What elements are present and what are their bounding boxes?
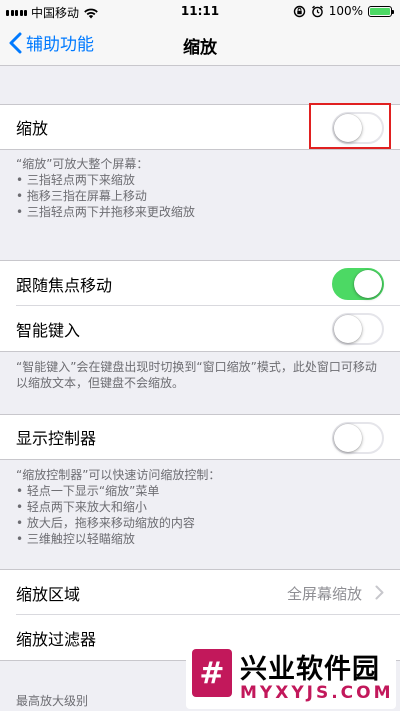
zoom-region-value: 全屏幕缩放 bbox=[286, 585, 362, 603]
toggle-knob bbox=[334, 424, 362, 452]
zoom-region-row[interactable]: 缩放区域 全屏幕缩放 bbox=[0, 569, 400, 615]
status-right: 100% bbox=[293, 4, 394, 18]
follow-focus-toggle[interactable] bbox=[332, 268, 384, 300]
smart-typing-row: 智能键入 bbox=[0, 306, 400, 352]
smart-typing-label: 智能键入 bbox=[16, 320, 81, 340]
page-title: 缩放 bbox=[183, 38, 217, 58]
rotation-lock-icon bbox=[293, 5, 305, 17]
navigation-bar: 辅助功能 缩放 bbox=[0, 22, 400, 66]
smart-typing-footer: “智能键入”会在键盘出现时切换到“窗口缩放”模式，此处窗口可移动以缩放文本，但键… bbox=[16, 360, 377, 390]
zoom-label: 缩放 bbox=[16, 119, 49, 138]
watermark: # 兴业软件园 MYXYJS.COM bbox=[186, 643, 396, 709]
watermark-url: MYXYJS.COM bbox=[240, 683, 394, 703]
toggle-knob bbox=[354, 270, 382, 298]
show-controller-label: 显示控制器 bbox=[16, 429, 97, 448]
smart-typing-toggle[interactable] bbox=[332, 313, 384, 345]
toggle-knob bbox=[334, 315, 362, 343]
watermark-title: 兴业软件园 bbox=[240, 654, 380, 685]
follow-focus-label: 跟随焦点移动 bbox=[16, 275, 113, 295]
battery-percent: 100% bbox=[328, 4, 363, 18]
watermark-logo: # bbox=[192, 649, 232, 697]
follow-focus-row: 跟随焦点移动 bbox=[0, 260, 400, 306]
status-bar: 中国移动 11:11 100% bbox=[0, 0, 400, 22]
show-controller-row: 显示控制器 bbox=[0, 414, 400, 460]
highlight-box bbox=[309, 103, 391, 149]
show-controller-toggle[interactable] bbox=[332, 422, 384, 454]
battery-icon bbox=[368, 5, 394, 17]
zoom-region-label: 缩放区域 bbox=[16, 584, 81, 604]
zoom-footer: “缩放”可放大整个屏幕： • 三指轻点两下来缩放 • 拖移三指在屏幕上移动 • … bbox=[16, 157, 195, 219]
chevron-right-icon bbox=[375, 585, 384, 600]
alarm-icon bbox=[311, 5, 323, 17]
show-controller-footer: “缩放控制器”可以快速访问缩放控制： • 轻点一下显示“缩放”菜单 • 轻点两下… bbox=[16, 468, 221, 546]
zoom-filter-label: 缩放过滤器 bbox=[16, 629, 97, 649]
